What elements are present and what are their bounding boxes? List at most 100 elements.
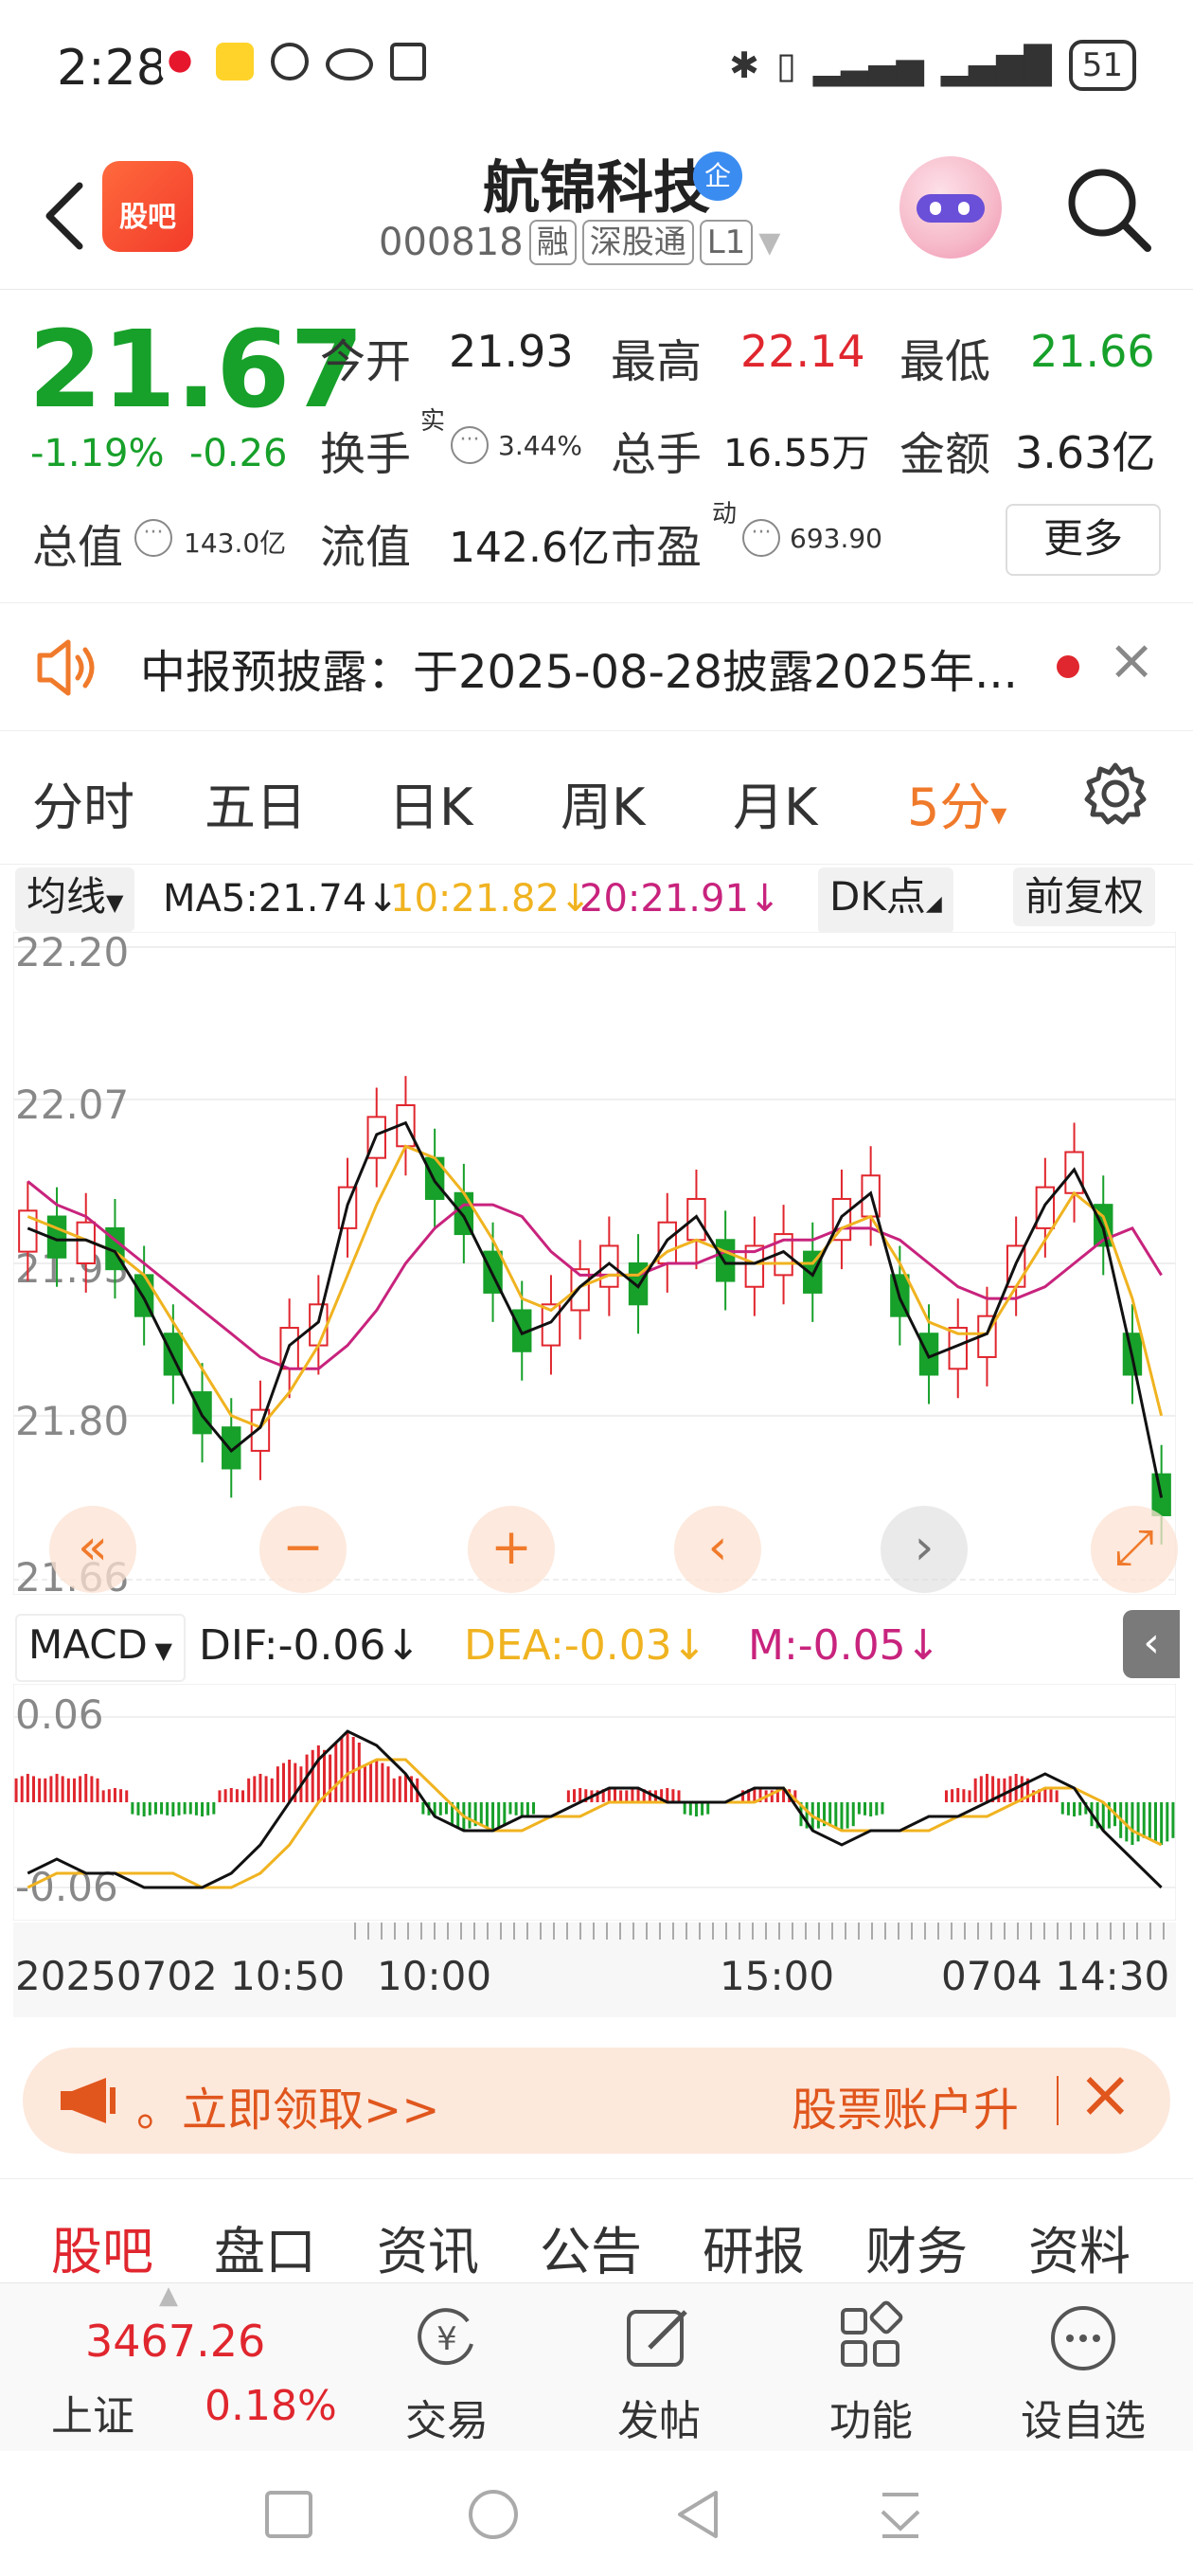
nav-add-watchlist[interactable]: 设自选 <box>1007 2300 1159 2447</box>
status-bar: 2:28 ✱ ▯ ▂▃▄▅ ▂▄▆█ 51 <box>0 0 1193 133</box>
close-icon[interactable]: × <box>1108 627 1155 693</box>
tab-financials[interactable]: 财务 <box>865 2209 968 2284</box>
candle-body <box>222 1426 241 1470</box>
nav-post[interactable]: 发帖 <box>583 2300 735 2447</box>
index-name[interactable]: 上证 <box>51 2382 134 2442</box>
more-button[interactable]: 更多 <box>1006 504 1161 576</box>
nav-post-label: 发帖 <box>617 2397 701 2445</box>
bluetooth-icon: ✱ <box>729 45 759 86</box>
turnover-value: 3.44% <box>498 430 582 461</box>
nav-trade-label: 交易 <box>405 2397 489 2445</box>
adjust-button[interactable]: 前复权 <box>1013 868 1156 926</box>
macd-tick-label: 0.06 <box>15 1691 104 1738</box>
assistant-avatar[interactable] <box>899 156 1002 259</box>
nav-functions-label: 功能 <box>829 2397 913 2445</box>
ma-dropdown[interactable]: 均线▼ <box>15 868 135 932</box>
tab-five-day[interactable]: 五日 <box>205 765 307 840</box>
rewind-icon[interactable]: « <box>49 1506 136 1593</box>
stock-header: 股吧 航锦科技 企 000818 融 深股通 L1 ▼ <box>0 133 1193 290</box>
pe-more-icon[interactable]: ··· <box>742 519 780 557</box>
close-icon[interactable]: × <box>1077 2055 1133 2133</box>
tab-announcements[interactable]: 公告 <box>540 2209 642 2284</box>
system-nav-bar <box>0 2451 1193 2576</box>
amount-value: 3.63亿 <box>1015 427 1156 478</box>
y-tick-label: 21.80 <box>15 1398 129 1444</box>
zoom-out-icon[interactable]: − <box>259 1506 347 1593</box>
chevron-down-icon[interactable]: ▼ <box>758 226 780 259</box>
tab-research[interactable]: 研报 <box>703 2209 805 2284</box>
chevron-down-icon: ▼ <box>147 1637 172 1664</box>
tab-guba[interactable]: 股吧 <box>51 2209 153 2284</box>
macd-chart[interactable]: 0.06-0.06 <box>13 1684 1176 1921</box>
candle-body <box>250 1408 271 1452</box>
banner-left-text: 。立即领取>> <box>136 2084 440 2137</box>
corner-caret-icon: ◢ <box>925 892 942 916</box>
fullscreen-icon[interactable]: ⤢ <box>1091 1506 1178 1593</box>
tab-order-book[interactable]: 盘口 <box>214 2209 316 2284</box>
next-icon[interactable]: › <box>881 1506 968 1593</box>
home-icon[interactable] <box>466 2487 521 2542</box>
tab-5min[interactable]: 5分▾ <box>907 765 1006 840</box>
eye-icon <box>326 48 373 80</box>
status-time: 2:28 <box>57 40 168 97</box>
index-value[interactable]: 3467.26 <box>85 2316 265 2367</box>
edit-icon <box>627 2310 687 2367</box>
megaphone-icon <box>61 2078 116 2123</box>
dk-point-dropdown[interactable]: DK点◢ <box>818 868 953 934</box>
pe-value: 693.90 <box>790 523 882 554</box>
macd-dropdown[interactable]: MACD ▼ <box>15 1614 186 1682</box>
ma-dropdown-label: 均线 <box>27 873 107 920</box>
tab-profile[interactable]: 资料 <box>1028 2209 1131 2284</box>
index-change[interactable]: 0.18% <box>205 2382 337 2430</box>
notice-bar[interactable]: 中报预披露：于2025-08-28披露2025年... × <box>0 602 1193 731</box>
ma10-value: 10:21.82↓ <box>390 877 592 921</box>
amount-label: 金额 <box>899 428 991 481</box>
stock-name-text: 航锦科技 <box>483 155 710 222</box>
nfc-icon <box>390 43 426 80</box>
notice-text: 中报预披露：于2025-08-28披露2025年... <box>140 646 1018 699</box>
nav-trade[interactable]: ¥ 交易 <box>371 2300 523 2447</box>
float-cap-value: 142.6亿 <box>449 524 610 572</box>
tab-weekly-k[interactable]: 周K <box>561 765 645 840</box>
stock-name: 航锦科技 <box>0 142 1193 224</box>
nav-functions[interactable]: 功能 <box>795 2300 947 2447</box>
tab-monthly-k[interactable]: 月K <box>733 765 817 840</box>
pe-label: 市盈 <box>611 521 703 574</box>
chevron-down-icon: ▼ <box>106 889 124 916</box>
market-cap-more-icon[interactable]: ··· <box>134 519 172 557</box>
search-icon[interactable] <box>1060 161 1155 256</box>
macd-indicator-bar: MACD ▼ DIF:-0.06↓ DEA:-0.03↓ M:-0.05↓ ‹ <box>0 1610 1193 1684</box>
back-icon[interactable] <box>672 2487 723 2542</box>
tab-daily-k[interactable]: 日K <box>388 765 472 840</box>
tab-intraday[interactable]: 分时 <box>32 765 134 840</box>
prev-icon[interactable]: ‹ <box>674 1506 761 1593</box>
promo-banner[interactable]: 。立即领取>> 股票账户升 × <box>23 2048 1170 2154</box>
zoom-in-icon[interactable]: + <box>468 1506 555 1593</box>
candle-body <box>309 1303 329 1347</box>
stock-code-row: 000818 融 深股通 L1 ▼ <box>379 220 780 265</box>
tab-news[interactable]: 资讯 <box>377 2209 479 2284</box>
tab-5min-label: 5分 <box>907 778 991 837</box>
last-price: 21.67 <box>28 309 365 432</box>
gear-icon[interactable] <box>1081 760 1149 828</box>
candle-body <box>599 1244 619 1288</box>
grid-icon <box>841 2300 903 2367</box>
battery-indicator: 51 <box>1068 40 1136 91</box>
candle-body <box>715 1239 736 1282</box>
signal-icon-2: ▂▄▆█ <box>940 45 1052 86</box>
axis-label-end: 0704 14:30 <box>941 1953 1170 1999</box>
app-icon <box>216 43 254 80</box>
banner-divider <box>1057 2076 1059 2125</box>
recents-icon[interactable] <box>263 2489 314 2540</box>
notification-pull-icon[interactable] <box>875 2487 926 2542</box>
candlestick-chart[interactable]: 22.2022.0721.9321.8021.66 <box>13 932 1176 1595</box>
stock-code: 000818 <box>379 221 524 264</box>
caret-down-icon: ▾ <box>990 796 1007 833</box>
signal-icon: ▂▃▄▅ <box>812 45 924 86</box>
turnover-more-icon[interactable]: ··· <box>451 426 489 464</box>
tag-shenzhen-connect: 深股通 <box>581 220 694 265</box>
market-cap-value: 143.0亿 <box>184 528 287 559</box>
banner-right-text: 股票账户升 <box>792 2084 1020 2137</box>
collapse-panel-icon[interactable]: ‹ <box>1123 1610 1180 1678</box>
open-value: 21.93 <box>449 326 574 377</box>
